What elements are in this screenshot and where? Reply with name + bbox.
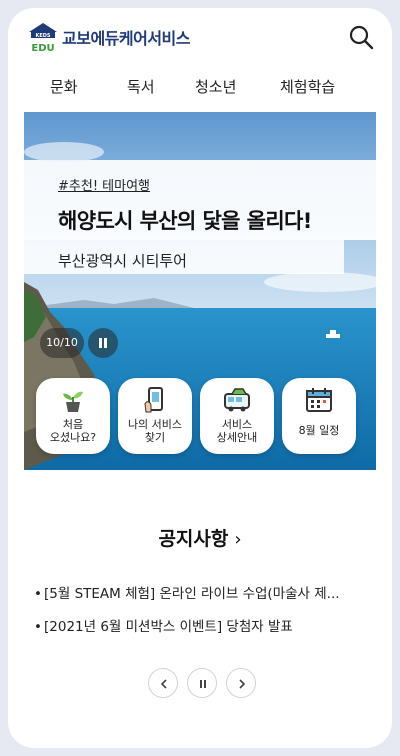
svg-text:KEDS: KEDS — [35, 33, 50, 39]
notice-title-link[interactable]: 공지사항 › — [8, 524, 392, 551]
hero-title: 해양도시 부산의 닻을 올리다! — [58, 209, 312, 233]
logo-text: 교보에듀케어서비스 — [62, 29, 190, 48]
notice-item[interactable]: • [5월 STEAM 체험] 온라인 라이브 수업(마술사 제... — [34, 582, 374, 615]
pause-icon[interactable] — [88, 328, 118, 358]
chevron-left-icon — [160, 679, 167, 689]
quick-august-schedule-button[interactable]: 8월 일정 — [282, 378, 356, 454]
notice-item-text: [5월 STEAM 체험] 온라인 라이브 수업(마술사 제... — [44, 586, 340, 602]
prev-button[interactable] — [148, 668, 178, 698]
pause-icon — [200, 680, 206, 688]
nav-item-youth[interactable]: 청소년 — [195, 76, 236, 97]
slide-counter: 10/10 — [40, 328, 84, 358]
svg-text:EDU: EDU — [31, 43, 54, 54]
hero-banner[interactable]: #추천! 테마여행 해양도시 부산의 닻을 올리다! 부산광역시 시티투어 10… — [24, 112, 376, 470]
search-icon[interactable] — [348, 24, 374, 50]
quick-my-service-button[interactable]: 나의 서비스 찾기 — [118, 378, 192, 454]
quick-label: 처음 오셨나요? — [49, 418, 97, 444]
quick-label: 8월 일정 — [298, 424, 340, 437]
quick-label: 서비스 상세안내 — [216, 418, 258, 444]
bus-icon — [223, 386, 251, 414]
chevron-right-icon: › — [234, 529, 242, 550]
main-nav: 문화 독서 청소년 체험학습 — [8, 76, 392, 102]
logo-mark-icon: KEDS EDU — [28, 22, 58, 54]
notice-item-text: [2021년 6월 미션박스 이벤트] 당첨자 발표 — [44, 619, 293, 635]
notice-list: • [5월 STEAM 체험] 온라인 라이브 수업(마술사 제... • [202… — [34, 582, 374, 648]
plant-icon — [59, 386, 87, 414]
nav-item-reading[interactable]: 독서 — [127, 76, 155, 97]
calendar-icon — [305, 386, 333, 414]
quick-first-visit-button[interactable]: 처음 오셨나요? — [36, 378, 110, 454]
hero-subtitle: 부산광역시 시티투어 — [58, 252, 187, 270]
header: KEDS EDU 교보에듀케어서비스 — [8, 8, 392, 66]
phone-icon — [141, 386, 169, 414]
quick-service-detail-button[interactable]: 서비스 상세안내 — [200, 378, 274, 454]
hero-tag-link[interactable]: #추천! 테마여행 — [58, 175, 150, 194]
quick-label: 나의 서비스 찾기 — [127, 418, 183, 444]
notice-title: 공지사항 — [158, 528, 229, 550]
logo[interactable]: KEDS EDU 교보에듀케어서비스 — [28, 22, 190, 54]
pause-button[interactable] — [187, 668, 217, 698]
chevron-right-icon — [239, 679, 246, 689]
nav-item-experience[interactable]: 체험학습 — [280, 76, 335, 97]
next-button[interactable] — [226, 668, 256, 698]
phone-frame: KEDS EDU 교보에듀케어서비스 문화 독서 청소년 체험학습 #추천! 테… — [8, 8, 392, 748]
notice-item[interactable]: • [2021년 6월 미션박스 이벤트] 당첨자 발표 — [34, 615, 374, 648]
nav-item-culture[interactable]: 문화 — [50, 76, 78, 97]
